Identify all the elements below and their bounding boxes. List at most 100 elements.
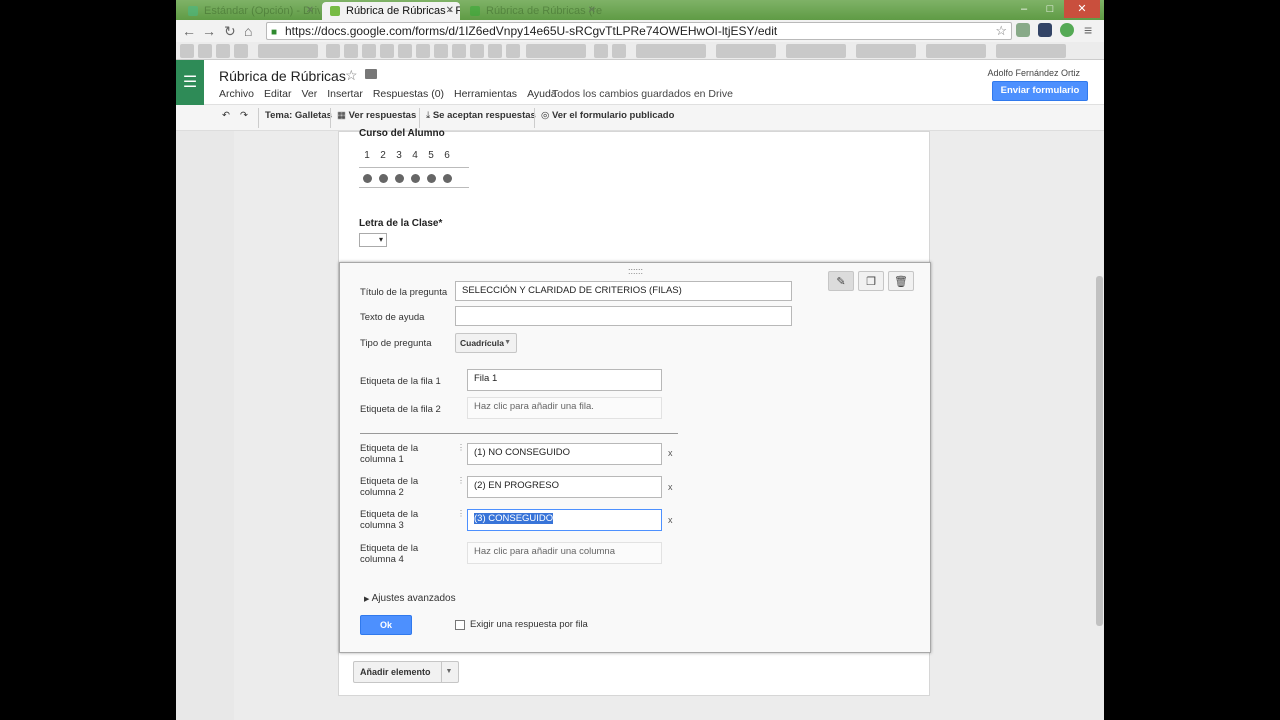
view-responses-button[interactable]: ▦ Ver respuestas — [337, 110, 416, 121]
bookmark-icon[interactable] — [506, 44, 520, 58]
remove-column-icon[interactable]: x — [668, 515, 673, 525]
bookmark-icon[interactable] — [180, 44, 194, 58]
bookmark-icon[interactable] — [636, 44, 706, 58]
address-bar[interactable]: ■ https://docs.google.com/forms/d/1IZ6ed… — [266, 22, 1012, 40]
user-account[interactable]: Adolfo Fernández Ortiz — [987, 68, 1080, 78]
drag-handle-icon[interactable]: ⋮⋮ — [457, 444, 473, 460]
close-window-button[interactable]: ✕ — [1064, 0, 1100, 18]
extension-icon[interactable] — [1016, 23, 1030, 37]
extension-icon[interactable] — [1038, 23, 1052, 37]
bookmark-icon[interactable] — [996, 44, 1066, 58]
undo-icon[interactable]: ↶ — [222, 110, 230, 121]
bookmark-icon[interactable] — [326, 44, 340, 58]
scale-radio[interactable] — [375, 174, 391, 183]
close-tab-icon[interactable]: ✕ — [446, 5, 454, 16]
bookmark-icon[interactable] — [612, 44, 626, 58]
forms-menu-icon[interactable]: ☰ — [176, 60, 204, 105]
chevron-down-icon[interactable]: ▼ — [440, 662, 452, 682]
scale-divider — [359, 167, 469, 168]
bookmark-icon[interactable] — [362, 44, 376, 58]
browser-tab[interactable]: Rúbrica de Rúbricas (resp) ✕ — [462, 2, 602, 20]
require-response-checkbox[interactable] — [455, 620, 465, 630]
scale-radio[interactable] — [439, 174, 455, 183]
bookmark-icon[interactable] — [926, 44, 986, 58]
browser-tab-active[interactable]: Rúbrica de Rúbricas - F ✕ — [322, 2, 460, 20]
bookmark-icon[interactable] — [526, 44, 586, 58]
accepting-responses-button[interactable]: ⤓ Se aceptan respuestas — [426, 110, 536, 121]
remove-column-icon[interactable]: x — [668, 482, 673, 492]
bookmark-icon[interactable] — [434, 44, 448, 58]
maximize-button[interactable]: □ — [1038, 0, 1062, 18]
duplicate-icon[interactable]: ❐ — [858, 271, 884, 291]
folder-icon[interactable] — [365, 69, 377, 79]
bookmark-icon[interactable] — [488, 44, 502, 58]
bookmark-icon[interactable] — [416, 44, 430, 58]
bookmark-icon[interactable] — [258, 44, 318, 58]
question-title-input[interactable]: SELECCIÓN Y CLARIDAD DE CRITERIOS (FILAS… — [455, 281, 792, 301]
drag-handle[interactable]: :::::: — [628, 266, 643, 276]
add-item-button[interactable]: Añadir elemento ▼ — [353, 661, 460, 683]
reload-icon[interactable]: ↻ — [224, 23, 236, 40]
bookmark-icon[interactable] — [234, 44, 248, 58]
scale-number: 3 — [396, 150, 402, 161]
browser-tab[interactable]: Estándar (Opción) - Drive ✕ — [180, 2, 320, 20]
minimize-button[interactable]: – — [1012, 0, 1036, 18]
menu-ver[interactable]: Ver — [301, 88, 317, 100]
menu-herramientas[interactable]: Herramientas — [454, 88, 517, 100]
column-3-input[interactable]: (3) CONSEGUIDO — [467, 509, 662, 531]
drag-handle-icon[interactable]: ⋮⋮ — [457, 477, 473, 493]
redo-icon[interactable]: ↷ — [240, 110, 248, 121]
menu-icon[interactable]: ≡ — [1084, 22, 1092, 38]
bookmark-icon[interactable] — [594, 44, 608, 58]
menu-editar[interactable]: Editar — [264, 88, 291, 100]
theme-button[interactable]: Tema: Galletas — [265, 110, 332, 121]
bookmark-icon[interactable] — [856, 44, 916, 58]
help-text-input[interactable] — [455, 306, 792, 326]
drag-handle-icon[interactable]: ⋮⋮ — [457, 510, 473, 526]
scale-radio[interactable] — [407, 174, 423, 183]
page-scrollbar[interactable] — [1096, 276, 1103, 626]
column-2-input[interactable]: (2) EN PROGRESO — [467, 476, 662, 498]
send-form-button[interactable]: Enviar formulario — [992, 81, 1088, 101]
remove-column-icon[interactable]: x — [668, 448, 673, 458]
question-type-dropdown[interactable]: Cuadrícula ▼ — [455, 333, 517, 353]
scale-radio[interactable] — [423, 174, 439, 183]
menu-respuestas[interactable]: Respuestas (0) — [373, 88, 444, 100]
scale-radios — [359, 174, 469, 183]
ok-button[interactable]: Ok — [360, 615, 412, 635]
view-published-label: Ver el formulario publicado — [551, 110, 675, 121]
row-1-input[interactable]: Fila 1 — [467, 369, 662, 391]
add-column-input[interactable]: Haz clic para añadir una columna — [467, 542, 662, 564]
star-icon[interactable]: ☆ — [345, 67, 358, 84]
bookmark-icon[interactable] — [452, 44, 466, 58]
bookmark-icon[interactable] — [470, 44, 484, 58]
lock-icon: ■ — [271, 27, 278, 38]
scale-radio[interactable] — [391, 174, 407, 183]
bookmark-icon[interactable] — [786, 44, 846, 58]
bookmark-icon[interactable] — [216, 44, 230, 58]
scale-radio[interactable] — [359, 174, 375, 183]
menu-archivo[interactable]: Archivo — [219, 88, 254, 100]
bookmark-icon[interactable] — [380, 44, 394, 58]
download-icon: ⤓ — [426, 110, 431, 121]
view-published-button[interactable]: ◎ Ver el formulario publicado — [541, 110, 674, 121]
advanced-settings-toggle[interactable]: ▶ Ajustes avanzados — [364, 593, 456, 604]
back-icon[interactable]: ← — [182, 23, 196, 39]
bookmark-icon[interactable] — [198, 44, 212, 58]
document-title[interactable]: Rúbrica de Rúbricas — [219, 68, 346, 84]
forward-icon[interactable]: → — [202, 23, 216, 39]
edit-icon[interactable]: ✎ — [828, 271, 854, 291]
close-tab-icon[interactable]: ✕ — [588, 5, 596, 16]
home-icon[interactable]: ⌂ — [244, 23, 252, 39]
class-letter-select[interactable]: ▾ — [359, 233, 387, 247]
bookmark-icon[interactable] — [344, 44, 358, 58]
delete-icon[interactable]: 🗑 — [888, 271, 914, 291]
bookmark-icon[interactable] — [716, 44, 776, 58]
add-row-input[interactable]: Haz clic para añadir una fila. — [467, 397, 662, 419]
bookmark-icon[interactable] — [398, 44, 412, 58]
bookmark-star-icon[interactable]: ☆ — [995, 23, 1007, 39]
extension-icon[interactable] — [1060, 23, 1074, 37]
menu-insertar[interactable]: Insertar — [327, 88, 363, 100]
close-tab-icon[interactable]: ✕ — [306, 5, 314, 16]
column-1-input[interactable]: (1) NO CONSEGUIDO — [467, 443, 662, 465]
